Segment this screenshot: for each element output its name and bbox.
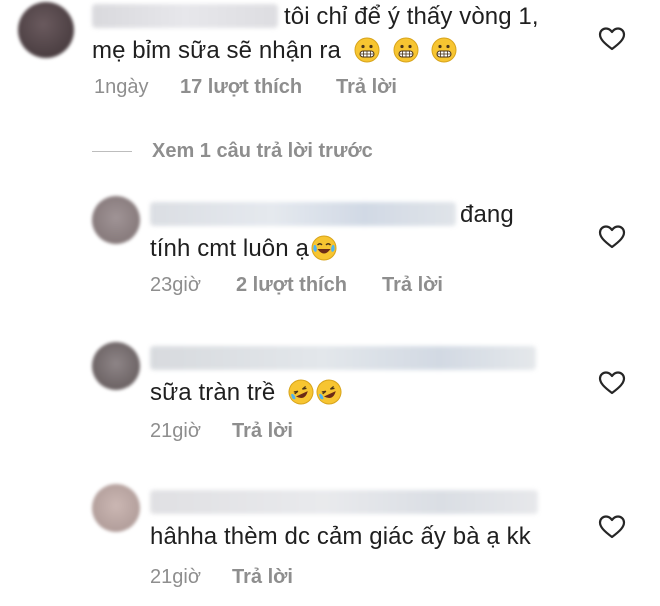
comment-text: tôi chỉ để ý thấy vòng 1, <box>284 0 539 34</box>
likes-count[interactable]: 17 lượt thích <box>180 76 336 99</box>
comment-text-line-1: tôi chỉ để ý thấy vòng 1, <box>284 3 539 30</box>
comment-text: sữa tràn trề <box>150 376 342 410</box>
comment-time[interactable]: 21giờ <box>150 420 232 443</box>
comment-time[interactable]: 23giờ <box>150 274 236 297</box>
reply-button[interactable]: Trả lời <box>232 566 293 589</box>
heart-icon[interactable] <box>598 514 626 540</box>
comment-text-content: đang <box>460 201 514 228</box>
avatar[interactable] <box>92 484 140 532</box>
username-blurred[interactable] <box>150 490 538 514</box>
grimacing-face-emoji <box>393 37 419 63</box>
comment-text-line-1: đang <box>460 198 514 232</box>
comment-time[interactable]: 21giờ <box>150 566 232 589</box>
view-previous-replies-button[interactable]: Xem 1 câu trả lời trước <box>92 140 373 163</box>
username-blurred[interactable] <box>150 346 536 370</box>
avatar[interactable] <box>18 2 74 58</box>
comment-text-content: sữa tràn trề <box>150 379 276 406</box>
username-blurred[interactable] <box>150 202 456 226</box>
heart-icon[interactable] <box>598 370 626 396</box>
view-replies-label[interactable]: Xem 1 câu trả lời trước <box>152 140 373 163</box>
comment-thread: tôi chỉ để ý thấy vòng 1, mẹ bỉm sữa sẽ … <box>0 0 660 606</box>
comment-text: hâhha thèm dc cảm giác ấy bà ạ kk <box>150 520 531 554</box>
comment-text-line-2: tính cmt luôn ạ <box>150 232 337 266</box>
comment-text-line-2: mẹ bỉm sữa sẽ nhận ra <box>92 34 457 68</box>
comment-text-content: hâhha thèm dc cảm giác ấy bà ạ kk <box>150 523 531 550</box>
divider-line <box>92 151 132 152</box>
rolling-on-floor-laughing-emoji <box>316 379 342 405</box>
likes-count[interactable]: 2 lượt thích <box>236 274 382 297</box>
username-blurred[interactable] <box>92 4 278 28</box>
grimacing-face-emoji <box>354 37 380 63</box>
comment-text-content: mẹ bỉm sữa sẽ nhận ra <box>92 37 341 64</box>
comment-time[interactable]: 1ngày <box>94 76 180 99</box>
reply-button[interactable]: Trả lời <box>336 76 397 99</box>
avatar[interactable] <box>92 196 140 244</box>
grimacing-face-emoji <box>431 37 457 63</box>
comment-meta: 23giờ 2 lượt thích Trả lời <box>150 274 443 297</box>
reply-button[interactable]: Trả lời <box>232 420 293 443</box>
comment-meta: 21giờ Trả lời <box>150 566 293 589</box>
reply-button[interactable]: Trả lời <box>382 274 443 297</box>
avatar[interactable] <box>92 342 140 390</box>
comment-text-content: tính cmt luôn ạ <box>150 235 309 262</box>
heart-icon[interactable] <box>598 26 626 52</box>
comment-meta: 21giờ Trả lời <box>150 420 293 443</box>
comment-meta: 1ngày 17 lượt thích Trả lời <box>94 76 397 99</box>
rolling-on-floor-laughing-emoji <box>288 379 314 405</box>
heart-icon[interactable] <box>598 224 626 250</box>
tears-of-joy-emoji <box>311 235 337 261</box>
